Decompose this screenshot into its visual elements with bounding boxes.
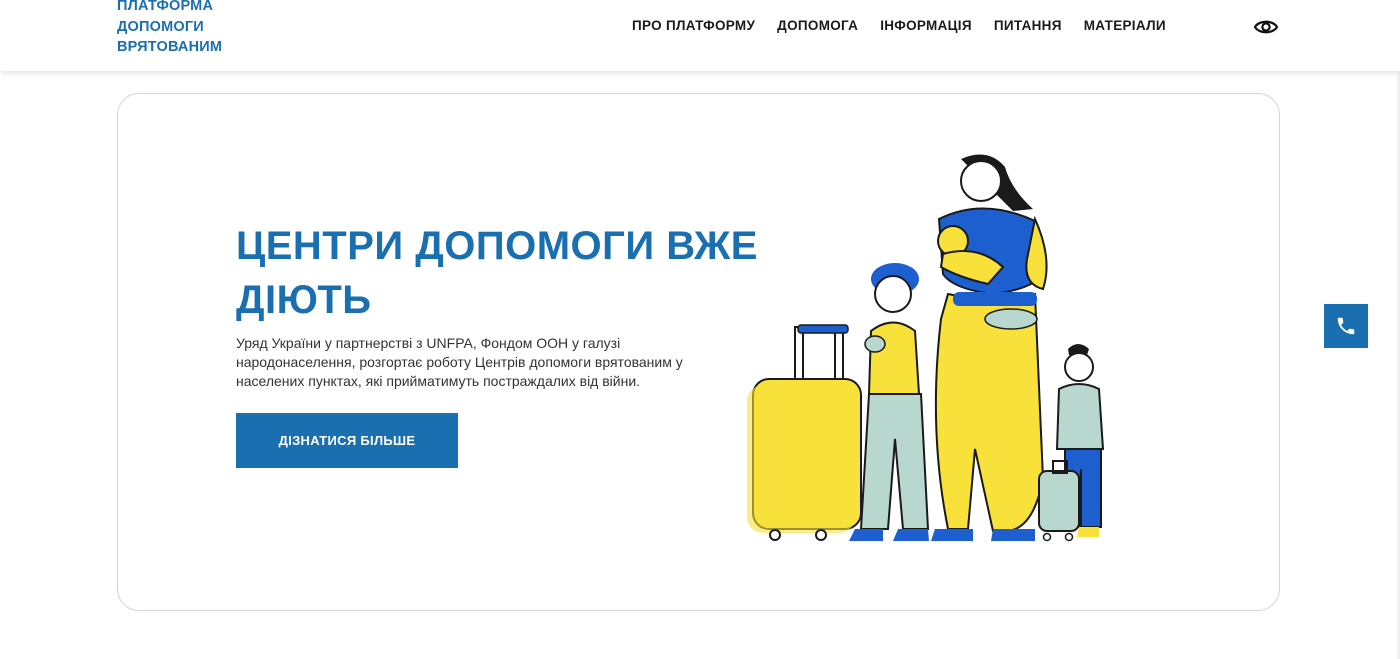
- nav-item-materials[interactable]: МАТЕРІАЛИ: [1084, 18, 1166, 33]
- nav-item-about[interactable]: ПРО ПЛАТФОРМУ: [632, 18, 755, 33]
- eye-icon[interactable]: [1253, 15, 1279, 39]
- hero-card: ЦЕНТРИ ДОПОМОГИ ВЖЕ ДІЮТЬ Уряд України у…: [117, 93, 1280, 611]
- logo-line-3: ВРЯТОВАНИМ: [117, 39, 223, 55]
- nav-item-help[interactable]: ДОПОМОГА: [777, 18, 858, 33]
- phone-icon: [1337, 317, 1355, 335]
- family-with-luggage-illustration: [747, 154, 1105, 542]
- main-nav: ПРО ПЛАТФОРМУ ДОПОМОГА ІНФОРМАЦІЯ ПИТАНН…: [632, 18, 1188, 33]
- learn-more-button[interactable]: ДІЗНАТИСЯ БІЛЬШЕ: [236, 413, 458, 468]
- logo-line-2: ДОПОМОГИ: [117, 18, 204, 35]
- woman-figure: [931, 154, 1048, 541]
- hero-title: ЦЕНТРИ ДОПОМОГИ ВЖЕ ДІЮТЬ: [236, 224, 758, 322]
- site-logo[interactable]: ПЛАТФОРМА ДОПОМОГИ ВРЯТОВАНИМ: [117, 0, 257, 58]
- nav-item-information[interactable]: ІНФОРМАЦІЯ: [880, 18, 972, 33]
- hero-description: Уряд України у партнерстві з UNFPA, Фонд…: [236, 335, 683, 389]
- nav-item-questions[interactable]: ПИТАННЯ: [994, 18, 1062, 33]
- big-suitcase: [747, 324, 862, 541]
- site-header: ПЛАТФОРМА ДОПОМОГИ ВРЯТОВАНИМ ПРО ПЛАТФО…: [0, 0, 1400, 71]
- boy-figure: [1038, 344, 1105, 542]
- phone-button[interactable]: [1324, 304, 1368, 348]
- logo-line-1: ПЛАТФОРМА: [117, 0, 214, 14]
